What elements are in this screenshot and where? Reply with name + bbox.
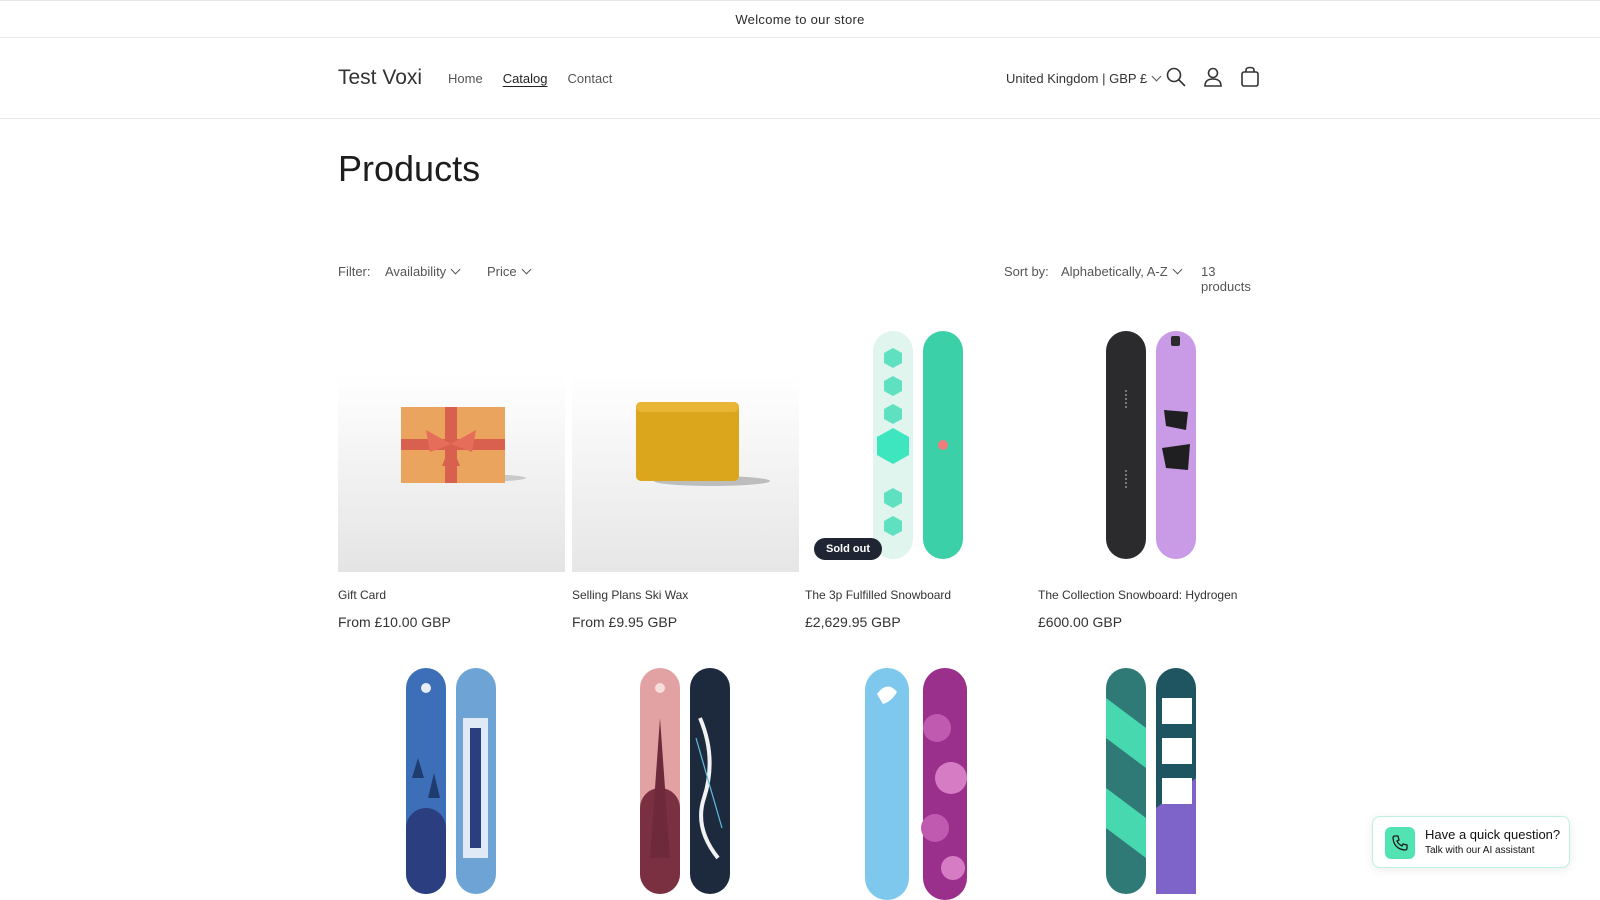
product-image[interactable] [1038, 320, 1265, 572]
product-image[interactable]: Sold out [805, 320, 1032, 572]
product-image[interactable] [338, 658, 565, 900]
site-header: Test Voxi Home Catalog Contact United Ki… [0, 38, 1600, 119]
country-label: United Kingdom | GBP £ [1006, 71, 1148, 86]
product-image[interactable] [338, 320, 565, 572]
phone-icon [1385, 827, 1415, 859]
nav-contact[interactable]: Contact [568, 71, 613, 86]
product-image[interactable] [1038, 658, 1265, 900]
country-selector[interactable]: United Kingdom | GBP £ [1006, 71, 1162, 86]
nav-catalog[interactable]: Catalog [503, 71, 548, 86]
page-title: Products [338, 148, 481, 189]
cart-icon[interactable] [1239, 66, 1261, 88]
availability-filter-label: Availability [385, 264, 447, 279]
product-count: 13 products [1201, 264, 1251, 294]
availability-filter[interactable]: Availability [385, 264, 461, 279]
filter-label: Filter: [338, 264, 371, 279]
chevron-down-icon [450, 264, 461, 275]
ai-assistant-widget[interactable]: Have a quick question? Talk with our AI … [1372, 816, 1570, 868]
sort-select[interactable]: Alphabetically, A-Z [1061, 264, 1183, 279]
sort-value: Alphabetically, A-Z [1061, 264, 1168, 279]
product-image[interactable] [572, 658, 799, 900]
chat-widget-title: Have a quick question? [1425, 827, 1561, 842]
sold-out-badge: Sold out [814, 538, 882, 560]
chat-widget-subtitle: Talk with our AI assistant [1425, 845, 1535, 856]
chevron-down-icon [521, 264, 532, 275]
price-filter[interactable]: Price [487, 264, 532, 279]
price-filter-label: Price [487, 264, 517, 279]
product-price: £600.00 GBP [1038, 614, 1123, 630]
sort-label: Sort by: [1004, 264, 1049, 279]
product-image[interactable] [805, 658, 1032, 900]
product-name[interactable]: The 3p Fulfilled Snowboard [805, 588, 951, 602]
nav-home[interactable]: Home [448, 71, 483, 86]
product-name[interactable]: Gift Card [338, 588, 386, 602]
chevron-down-icon [1172, 264, 1183, 275]
account-icon[interactable] [1202, 66, 1224, 88]
product-name[interactable]: The Collection Snowboard: Hydrogen [1038, 588, 1237, 602]
announcement-bar: Welcome to our store [0, 0, 1600, 38]
product-price: From £9.95 GBP [572, 614, 678, 630]
chevron-down-icon [1151, 71, 1162, 82]
product-price: From £10.00 GBP [338, 614, 451, 630]
product-name[interactable]: Selling Plans Ski Wax [572, 588, 688, 602]
product-image[interactable] [572, 320, 799, 572]
search-icon[interactable] [1165, 66, 1187, 88]
store-logo[interactable]: Test Voxi [338, 66, 422, 90]
announcement-text: Welcome to our store [735, 11, 865, 27]
product-price: £2,629.95 GBP [805, 614, 901, 630]
main-nav: Home Catalog Contact [448, 71, 612, 86]
